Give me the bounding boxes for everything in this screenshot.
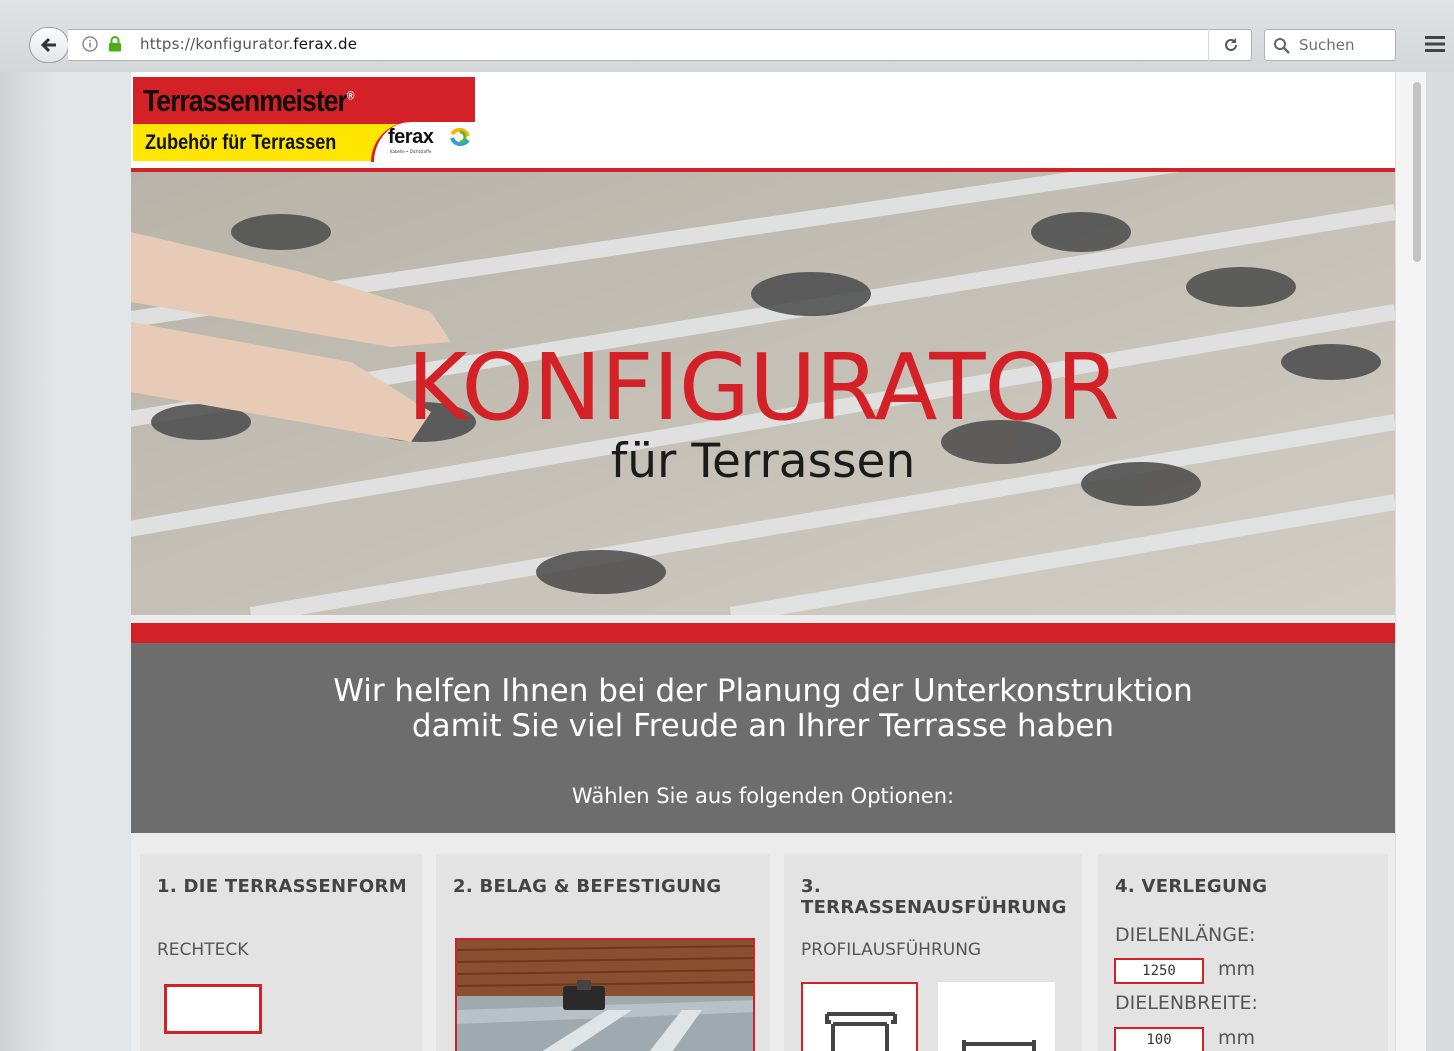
site-header: Terrassenmeister® Zubehör für Terrassen … [131, 72, 1395, 170]
ferax-tagline: Kabelle • Dichtstoffe [390, 149, 432, 154]
search-icon [1274, 38, 1290, 54]
logo-title-text: Terrassenmeister [143, 83, 348, 118]
card-title: 3. TERRASSENAUSFÜHRUNG [801, 876, 1067, 918]
hero-banner: KONFIGURATOR für Terrassen [131, 172, 1395, 615]
page-scrollbar[interactable] [1395, 72, 1426, 1051]
hamburger-menu-icon[interactable] [1420, 30, 1450, 58]
dielenbreite-input[interactable]: 100 [1114, 1027, 1204, 1051]
ferax-badge: ferax Kabelle • Dichtstoffe [371, 122, 478, 162]
dielenbreite-unit: mm [1218, 1027, 1256, 1049]
shape-option-rechteck[interactable] [164, 984, 262, 1034]
info-icon[interactable] [82, 36, 98, 52]
page-content: Terrassenmeister® Zubehör für Terrassen … [131, 72, 1395, 1051]
profile-label: PROFILAUSFÜHRUNG [801, 940, 982, 960]
back-button[interactable] [29, 27, 69, 63]
dielenlaenge-unit: mm [1218, 958, 1256, 980]
hero-title: KONFIGURATOR [407, 334, 1120, 441]
logo-title: Terrassenmeister® [143, 83, 355, 119]
card-title: 2. BELAG & BEFESTIGUNG [453, 876, 722, 897]
card-title: 1. DIE TERRASSENFORM [157, 876, 407, 897]
hero-subtitle: für Terrassen [610, 434, 916, 489]
belag-option-image[interactable] [455, 938, 755, 1051]
card-terrassenausfuehrung: 3. TERRASSENAUSFÜHRUNG PROFILAUSFÜHRUNG [784, 854, 1082, 1051]
red-separator [131, 623, 1395, 643]
url-bar[interactable]: https://konfigurator.ferax.de [68, 29, 1252, 61]
dielenbreite-label: DIELENBREITE: [1115, 992, 1258, 1014]
card-title: 4. VERLEGUNG [1115, 876, 1268, 897]
profile-u-icon [962, 1040, 1036, 1051]
reload-button[interactable] [1208, 29, 1252, 61]
profile-option-1[interactable] [801, 982, 918, 1051]
decking-image [457, 940, 753, 1051]
shape-label-rechteck: RECHTECK [157, 940, 249, 960]
ferax-swirl-icon [450, 128, 470, 146]
url-text[interactable]: https://konfigurator.ferax.de [140, 35, 357, 53]
intro-line-1: Wir helfen Ihnen bei der Planung der Unt… [333, 673, 1193, 709]
arrow-left-icon [40, 37, 56, 53]
intro-section: Wir helfen Ihnen bei der Planung der Unt… [131, 643, 1395, 833]
card-terrassenform: 1. DIE TERRASSENFORM RECHTECK [140, 854, 422, 1051]
search-placeholder: Suchen [1299, 36, 1355, 54]
logo-subtitle: Zubehör für Terrassen [145, 131, 337, 154]
url-prefix: https://konfigurator. [140, 35, 294, 53]
dielenlaenge-label: DIELENLÄNGE: [1115, 924, 1256, 946]
intro-text: Wir helfen Ihnen bei der Planung der Unt… [131, 674, 1395, 744]
intro-line-2: damit Sie viel Freude an Ihrer Terrasse … [411, 708, 1115, 744]
reload-icon [1224, 38, 1237, 51]
lock-icon [109, 36, 121, 52]
card-verlegung: 4. VERLEGUNG DIELENLÄNGE: 1250 mm DIELEN… [1098, 854, 1388, 1051]
terrassenmeister-logo[interactable]: Terrassenmeister® Zubehör für Terrassen … [133, 77, 478, 162]
options-prompt: Wählen Sie aus folgenden Optionen: [571, 784, 955, 808]
dielenlaenge-input[interactable]: 1250 [1114, 958, 1204, 984]
card-belag-befestigung: 2. BELAG & BEFESTIGUNG [436, 854, 770, 1051]
url-domain: ferax.de [293, 35, 358, 53]
browser-toolbar: https://konfigurator.ferax.de Suchen [0, 0, 1454, 72]
profile-c-icon [825, 1012, 897, 1051]
search-bar[interactable]: Suchen [1264, 29, 1396, 61]
profile-option-2[interactable] [938, 982, 1055, 1051]
ferax-brand: ferax [388, 126, 434, 148]
registered-mark: ® [346, 88, 355, 103]
scrollbar-thumb[interactable] [1413, 82, 1421, 262]
